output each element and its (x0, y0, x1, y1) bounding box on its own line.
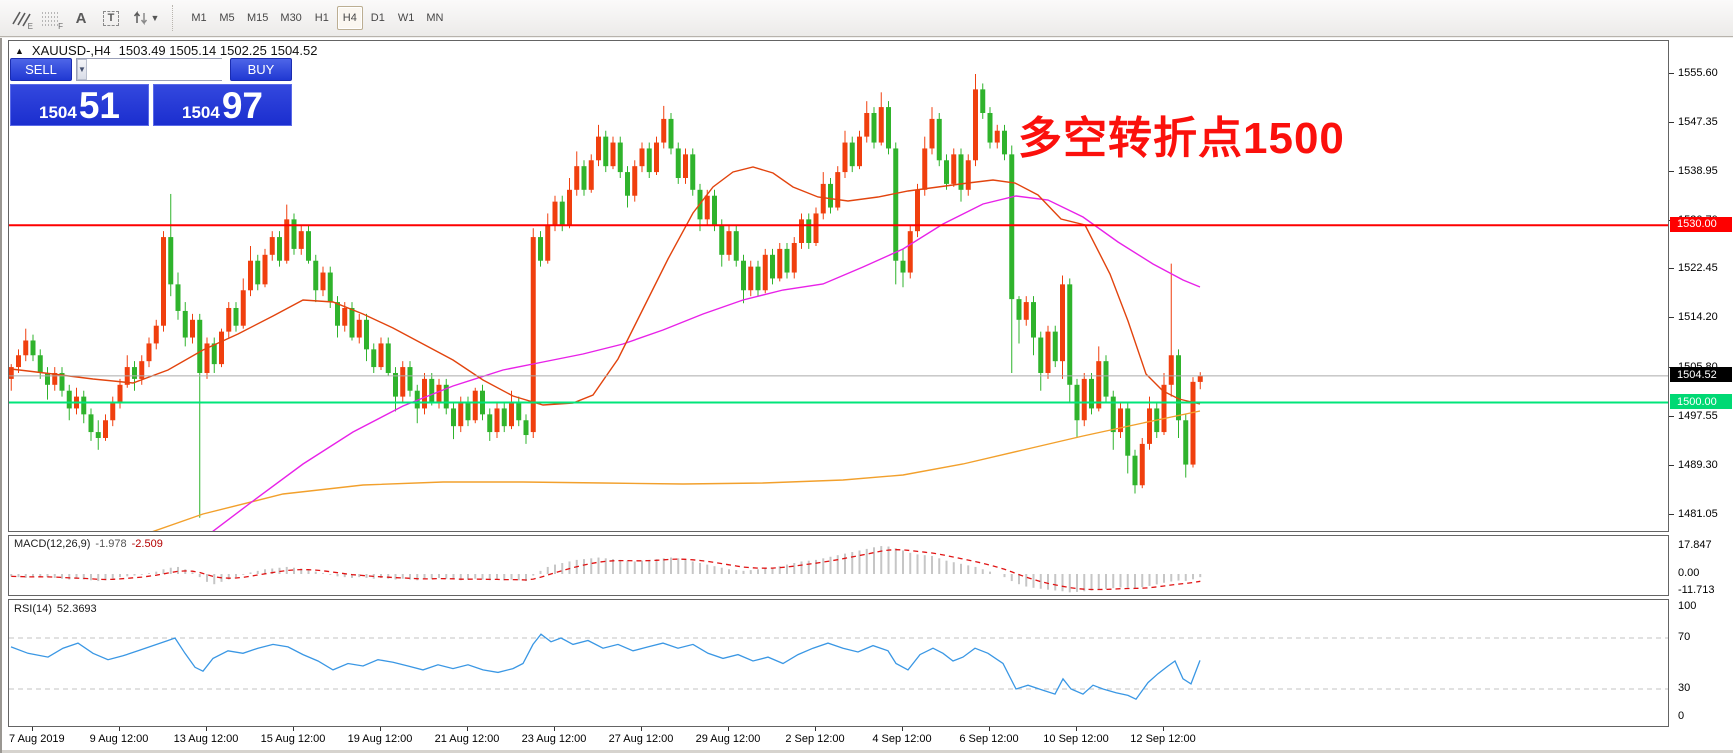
price-axis[interactable]: 1555.601547.351538.951530.701522.451514.… (1669, 38, 1733, 727)
macd-panel[interactable] (8, 535, 1669, 596)
time-tick (989, 727, 990, 731)
price-tick (1669, 514, 1674, 515)
time-tick (32, 727, 33, 731)
volume-stepper: ▼ ▲ (76, 58, 284, 81)
tab-timeframe-m30[interactable]: M30 (275, 6, 306, 30)
price-axis-label: 1514.20 (1678, 310, 1718, 323)
price-tick (1669, 416, 1674, 417)
time-axis-label: 15 Aug 12:00 (260, 733, 326, 745)
macd-axis-label: 0.00 (1678, 566, 1700, 579)
time-axis-label: 13 Aug 12:00 (173, 733, 239, 745)
price-axis-label: 1497.55 (1678, 409, 1718, 422)
time-tick (728, 727, 729, 731)
price-axis-label: 1489.30 (1678, 458, 1718, 471)
collapse-panel-icon[interactable]: ▲ (15, 46, 24, 56)
time-tick (554, 727, 555, 731)
sell-price-main: 1504 (39, 103, 77, 122)
time-tick (206, 727, 207, 731)
tab-timeframe-w1[interactable]: W1 (393, 6, 420, 30)
tab-timeframe-m1[interactable]: M1 (186, 6, 212, 30)
time-axis-label: 27 Aug 12:00 (608, 733, 674, 745)
time-tick (641, 727, 642, 731)
rsi-axis-label: 0 (1678, 709, 1685, 722)
time-axis-label: 19 Aug 12:00 (347, 733, 413, 745)
one-click-trading-panel: SELL ▼ ▲ BUY 1504 51 1504 97 (10, 58, 292, 126)
tab-timeframe-m15[interactable]: M15 (242, 6, 273, 30)
price-tick (1669, 465, 1674, 466)
rsi-axis-label: 100 (1678, 599, 1697, 612)
buy-button[interactable]: BUY (230, 58, 292, 81)
buy-price-main: 1504 (182, 103, 220, 122)
chart-text-annotation: 多空转折点1500 (1018, 114, 1345, 163)
chart-window: ▲ XAUUSD-,H4 1503.49 1505.14 1502.25 150… (0, 38, 1733, 753)
arrange-windows-icon[interactable]: ▼ (126, 4, 166, 32)
rsi-axis-label: 30 (1678, 681, 1691, 694)
time-tick (815, 727, 816, 731)
time-tick (380, 727, 381, 731)
time-axis[interactable]: 7 Aug 2019 9 Aug 12:00 13 Aug 12:00 15 Aug … (8, 727, 1733, 750)
time-axis-label: 23 Aug 12:00 (521, 733, 587, 745)
macd-axis-label: 17.847 (1678, 538, 1712, 551)
time-axis-label: 29 Aug 12:00 (695, 733, 761, 745)
time-axis-label: 7 Aug 2019 (9, 733, 65, 745)
time-axis-label: 6 Sep 12:00 (959, 733, 1019, 745)
price-badge: 1500.00 (1670, 394, 1732, 410)
price-axis-label: 1522.45 (1678, 261, 1718, 274)
macd-main-value: -1.978 (95, 538, 127, 550)
ohlc-values: 1503.49 1505.14 1502.25 1504.52 (118, 43, 318, 58)
price-tick (1669, 122, 1674, 123)
chart-symbol-header: ▲ XAUUSD-,H4 1503.49 1505.14 1502.25 150… (15, 43, 317, 58)
toolbar: E F A T ▼ M1 M5 M15 M30 H1 H4 D1 W1 MN (0, 0, 1733, 37)
price-tick (1669, 268, 1674, 269)
time-tick (119, 727, 120, 731)
time-tick (902, 727, 903, 731)
grid-icon[interactable]: F (36, 4, 66, 32)
tab-timeframe-h1[interactable]: H1 (309, 6, 335, 30)
tab-timeframe-m5[interactable]: M5 (214, 6, 240, 30)
toolbar-separator (172, 5, 179, 31)
buy-price-pips: 97 (221, 85, 263, 126)
rsi-indicator-label: RSI(14) 52.3693 (14, 603, 97, 615)
time-tick (1076, 727, 1077, 731)
tab-timeframe-h4[interactable]: H4 (336, 6, 363, 30)
time-axis-label: 9 Aug 12:00 (89, 733, 149, 745)
sell-button[interactable]: SELL (10, 58, 72, 81)
time-tick (467, 727, 468, 731)
volume-decrease-button[interactable]: ▼ (77, 59, 87, 80)
rsi-panel[interactable] (8, 599, 1669, 727)
time-axis-label: 4 Sep 12:00 (872, 733, 932, 745)
rsi-value: 52.3693 (56, 603, 97, 615)
price-axis-label: 1555.60 (1678, 66, 1718, 79)
symbol-timeframe-label: XAUUSD-,H4 (31, 43, 111, 58)
time-axis-label: 12 Sep 12:00 (1130, 733, 1196, 745)
time-axis-label: 21 Aug 12:00 (434, 733, 500, 745)
macd-axis-label: -11.713 (1678, 583, 1715, 596)
price-tick (1669, 73, 1674, 74)
price-tick (1669, 171, 1674, 172)
buy-price-quote[interactable]: 1504 97 (153, 84, 292, 126)
indicators-icon[interactable]: E (6, 4, 36, 32)
price-axis-label: 1538.95 (1678, 164, 1718, 177)
sell-price-pips: 51 (78, 85, 120, 126)
tab-timeframe-mn[interactable]: MN (421, 6, 448, 30)
price-axis-label: 1547.35 (1678, 115, 1718, 128)
price-badge: 1504.52 (1670, 367, 1732, 383)
time-tick (293, 727, 294, 731)
time-axis-label: 2 Sep 12:00 (785, 733, 845, 745)
time-tick (1163, 727, 1164, 731)
macd-indicator-label: MACD(12,26,9) -1.978 -2.509 (14, 538, 163, 550)
tab-timeframe-d1[interactable]: D1 (365, 6, 391, 30)
time-axis-label: 10 Sep 12:00 (1043, 733, 1109, 745)
macd-signal-value: -2.509 (131, 538, 163, 550)
price-axis-label: 1481.05 (1678, 507, 1718, 520)
rsi-axis-label: 70 (1678, 630, 1691, 643)
chevron-down-icon: ▼ (150, 13, 160, 23)
text-label-icon[interactable]: A (66, 4, 96, 32)
sell-price-quote[interactable]: 1504 51 (10, 84, 149, 126)
price-tick (1669, 317, 1674, 318)
text-box-icon[interactable]: T (96, 4, 126, 32)
price-badge: 1530.00 (1670, 216, 1732, 232)
